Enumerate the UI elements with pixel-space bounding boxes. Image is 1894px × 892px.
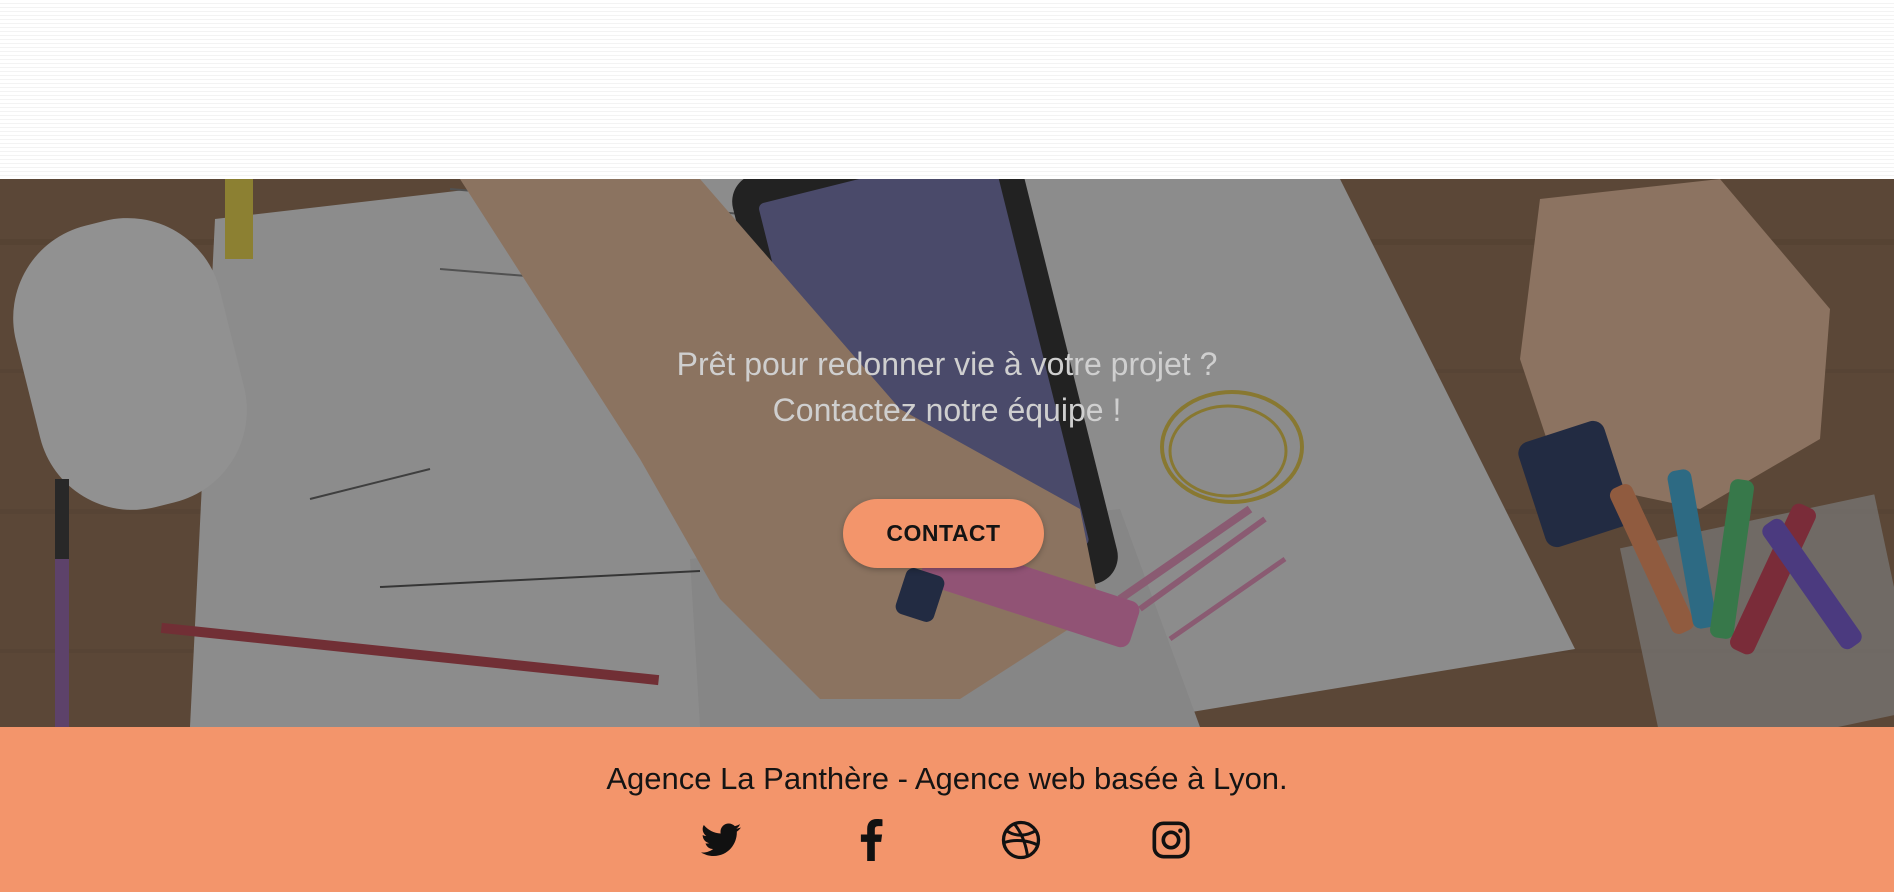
hero-headline-line2: Contactez notre équipe !	[772, 392, 1122, 428]
instagram-icon	[1151, 820, 1191, 860]
dribbble-icon	[1001, 820, 1041, 860]
twitter-icon	[701, 823, 741, 857]
hero-content: Prêt pour redonner vie à votre projet ? …	[0, 179, 1894, 727]
contact-button[interactable]: CONTACT	[843, 499, 1044, 568]
instagram-link[interactable]	[1148, 817, 1194, 863]
hero-headline-line1: Prêt pour redonner vie à votre projet ?	[676, 346, 1218, 382]
site-footer: Agence La Panthère - Agence web basée à …	[0, 727, 1894, 892]
footer-tagline: Agence La Panthère - Agence web basée à …	[606, 761, 1288, 796]
twitter-link[interactable]	[698, 817, 744, 863]
dribbble-link[interactable]	[998, 817, 1044, 863]
top-spacer-band	[0, 0, 1894, 179]
facebook-link[interactable]	[848, 817, 894, 863]
facebook-icon	[859, 819, 883, 861]
contact-hero-section: Prêt pour redonner vie à votre projet ? …	[0, 179, 1894, 727]
